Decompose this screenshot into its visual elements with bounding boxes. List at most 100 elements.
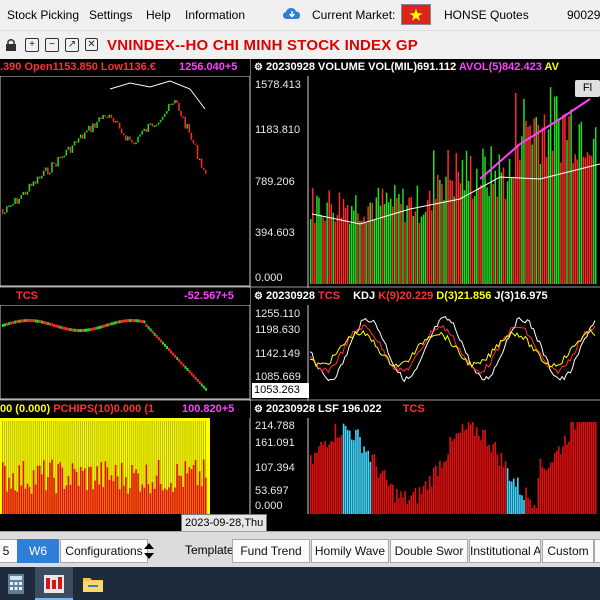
- volume-bar: [478, 187, 480, 284]
- volume-bar: [506, 181, 509, 284]
- volume-bar: [543, 114, 546, 284]
- menu-settings[interactable]: Settings: [89, 8, 132, 22]
- tcs-point: [100, 325, 103, 329]
- pchips-bar: [16, 491, 18, 514]
- price-candle: [36, 176, 39, 184]
- pchips-bar: [122, 485, 125, 514]
- pchips-bar: [2, 462, 4, 514]
- volume-bar: [480, 184, 482, 284]
- configurations-spinner-icon[interactable]: [143, 542, 155, 560]
- volume-bar: [498, 154, 501, 284]
- lsf-bar: [371, 454, 374, 514]
- lock-icon[interactable]: [5, 38, 17, 52]
- tab-w5[interactable]: 5: [0, 539, 18, 563]
- lsf-settings-icon[interactable]: ⚙: [254, 404, 263, 415]
- pchips-bar: [36, 465, 39, 514]
- volume-badge[interactable]: Fl: [575, 80, 600, 97]
- volume-bar: [494, 170, 496, 284]
- vietnam-flag-icon[interactable]: [401, 4, 431, 25]
- volume-bar: [566, 140, 568, 284]
- chart-area[interactable]: .390 Open1153.850 Low1136.€ 1256.040+5 ⚙…: [0, 59, 600, 514]
- price-candle: [200, 158, 203, 168]
- volume-bar: [310, 218, 312, 284]
- menu-bar: Stock Picking Settings Help Information …: [0, 0, 600, 30]
- pchips-bar: [133, 473, 135, 514]
- pchips-bar: [174, 487, 176, 514]
- price-candle: [30, 183, 33, 186]
- tcs-point: [194, 376, 197, 380]
- menu-stock-picking[interactable]: Stock Picking: [7, 8, 79, 22]
- tab-double-sword[interactable]: Double Swor: [390, 539, 468, 563]
- tab-institutional[interactable]: Institutional A: [469, 539, 541, 563]
- tab-fund-trend[interactable]: Fund Trend: [232, 539, 310, 563]
- price-candle: [88, 125, 90, 131]
- calculator-icon[interactable]: [4, 571, 30, 597]
- volume-bar: [490, 146, 492, 284]
- tcs-point: [96, 326, 99, 330]
- tab-configurations[interactable]: Configurations: [60, 539, 148, 563]
- tcs-point: [61, 326, 64, 330]
- lsf-bar: [435, 465, 437, 514]
- pchips-bar: [10, 488, 12, 514]
- lsf-bar: [320, 441, 322, 514]
- volume-bar: [375, 197, 378, 284]
- tcs-point: [10, 321, 13, 325]
- volume-bar: [453, 196, 455, 284]
- lsf-bar: [379, 473, 382, 514]
- menu-help[interactable]: Help: [146, 8, 171, 22]
- lsf-bar: [449, 436, 451, 514]
- volume-bar: [537, 124, 540, 284]
- lsf-bar: [381, 470, 384, 514]
- volume-bar: [430, 210, 433, 284]
- menu-information[interactable]: Information: [185, 8, 245, 22]
- volume-bar: [476, 168, 478, 284]
- price-candle: [96, 121, 98, 128]
- folder-icon[interactable]: [80, 571, 106, 597]
- lsf-bar: [471, 422, 474, 514]
- price-candle: [188, 124, 191, 133]
- volume-bar: [582, 156, 585, 284]
- price-candle: [110, 114, 113, 118]
- pchips-bar: [98, 484, 100, 514]
- volume-bar: [418, 222, 421, 284]
- price-candle: [73, 141, 76, 146]
- price-candle: [90, 125, 92, 133]
- lsf-bar: [570, 422, 572, 514]
- tab-custom[interactable]: Custom: [542, 539, 594, 563]
- pchips-bar: [159, 484, 162, 514]
- price-candle: [28, 183, 31, 192]
- panel-settings-icon[interactable]: ⚙: [254, 62, 263, 73]
- pchips-bar: [43, 460, 45, 514]
- price-candle: [182, 116, 184, 118]
- quotes-label[interactable]: HONSE Quotes: [444, 8, 529, 22]
- tcs-point: [190, 372, 193, 376]
- volume-bar: [387, 202, 390, 284]
- tcs-point: [94, 327, 97, 331]
- kdj-settings-icon[interactable]: ⚙: [254, 291, 263, 302]
- cloud-download-icon[interactable]: [283, 7, 301, 20]
- export-icon[interactable]: ↗: [65, 38, 79, 52]
- volume-bar: [572, 162, 574, 284]
- tcs-point: [2, 324, 4, 327]
- tab-template[interactable]: Template: [185, 543, 234, 557]
- lsf-bar: [523, 499, 525, 514]
- tab-homily-wave[interactable]: Homily Wave: [311, 539, 389, 563]
- tcs-point: [20, 319, 23, 323]
- pchips-bar: [88, 466, 90, 514]
- minus-icon[interactable]: −: [45, 38, 59, 52]
- pchips-bar: [161, 490, 164, 514]
- tab-w6[interactable]: W6: [17, 539, 59, 563]
- tab-more[interactable]: [594, 539, 600, 563]
- tcs-point: [153, 332, 156, 336]
- close-icon[interactable]: ✕: [85, 38, 98, 51]
- volume-bar: [420, 216, 423, 284]
- volume-bar: [324, 220, 326, 284]
- trading-app-icon[interactable]: [41, 571, 67, 597]
- pchips-bar: [157, 459, 160, 514]
- pchips-bar: [155, 475, 158, 514]
- volume-bar: [463, 190, 466, 284]
- add-icon[interactable]: +: [25, 38, 39, 52]
- lsf-bar: [314, 453, 316, 514]
- pchips-bar: [22, 461, 25, 514]
- lsf-bar: [476, 427, 478, 514]
